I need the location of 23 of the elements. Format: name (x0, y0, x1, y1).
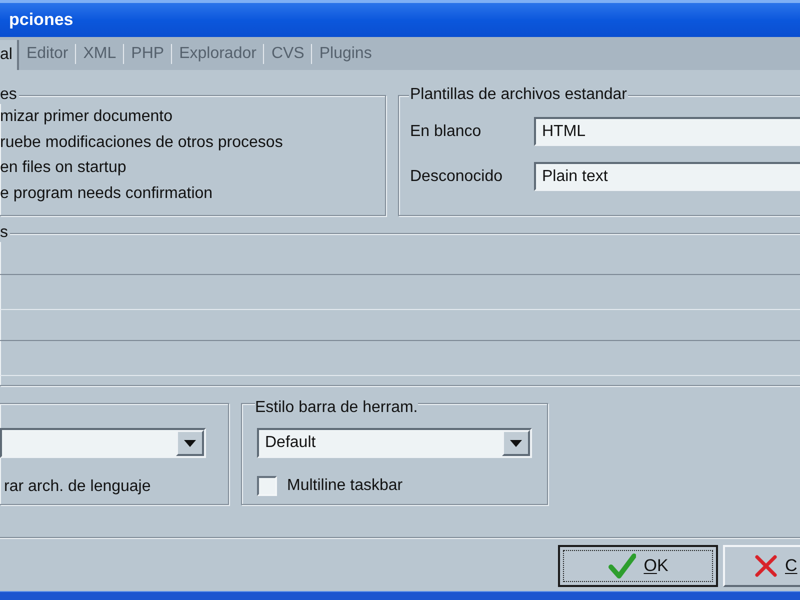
dropdown[interactable] (0, 428, 206, 458)
checkbox-label: Multiline taskbar (287, 476, 403, 496)
window-title: pciones (8, 9, 74, 32)
checkbox[interactable] (257, 476, 277, 496)
ok-button[interactable]: OK (558, 545, 718, 587)
text-field[interactable]: HTML (534, 117, 800, 146)
caret-down-icon (184, 440, 196, 446)
dropdown-button[interactable] (502, 430, 530, 456)
checkmark-icon (608, 553, 636, 579)
option-label: e program needs confirmation (0, 184, 214, 204)
tab[interactable]: al (0, 40, 20, 70)
option-label: ruebe modificaciones de otros procesos (0, 132, 284, 152)
text-field[interactable]: Plain text (534, 162, 800, 191)
field-label: Desconocido (409, 166, 504, 186)
checkbox-label: rar arch. de lenguaje (4, 478, 151, 495)
option-label: en files on startup (0, 158, 128, 178)
option-label: mizar primer documento (0, 107, 174, 127)
cross-icon (755, 555, 777, 577)
caret-down-icon (510, 440, 522, 446)
dropdown-button[interactable] (176, 430, 204, 456)
field-label: En blanco (409, 122, 482, 142)
dropdown[interactable]: Default (257, 428, 532, 458)
cancel-button[interactable]: C (723, 545, 800, 587)
